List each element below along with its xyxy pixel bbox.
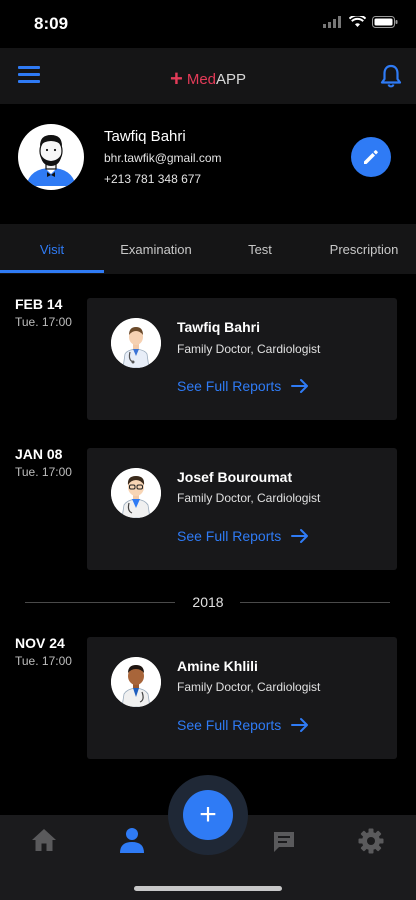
add-visit-button[interactable]: + — [183, 790, 233, 840]
edit-profile-button[interactable] — [351, 137, 391, 177]
see-full-reports-link[interactable]: See Full Reports — [177, 378, 309, 394]
user-icon[interactable] — [119, 827, 145, 853]
status-time: 8:09 — [34, 14, 69, 33]
wifi-icon — [349, 16, 366, 27]
year-divider-line-right — [240, 602, 390, 603]
doctor-avatar — [111, 318, 161, 368]
visit-date: JAN 08 — [15, 446, 63, 462]
visit-date: FEB 14 — [15, 296, 63, 312]
arrow-right-icon — [291, 529, 309, 543]
tab-examination[interactable]: Examination — [104, 242, 208, 257]
home-indicator — [134, 886, 282, 891]
plus-logo-icon: + — [169, 66, 183, 91]
see-full-reports-label: See Full Reports — [177, 528, 282, 544]
visit-date: NOV 24 — [15, 635, 65, 651]
doctor-name: Tawfiq Bahri — [177, 319, 260, 335]
brand-app: APP — [216, 71, 247, 88]
tab-visit[interactable]: Visit — [0, 242, 104, 257]
visit-time: Tue. 17:00 — [15, 654, 72, 668]
doctor-avatar — [111, 657, 161, 707]
doctor-avatar-icon — [111, 468, 161, 518]
doctor-avatar-icon — [111, 318, 161, 368]
doctor-specialty: Family Doctor, Cardiologist — [177, 342, 321, 356]
signal-icon — [323, 16, 341, 28]
profile-phone: +213 781 348 677 — [104, 172, 202, 186]
arrow-right-icon — [291, 379, 309, 393]
see-full-reports-label: See Full Reports — [177, 717, 282, 733]
tab-prescription[interactable]: Prescription — [312, 242, 416, 257]
visit-time: Tue. 17:00 — [15, 315, 72, 329]
battery-icon — [372, 16, 398, 28]
bell-icon[interactable] — [380, 64, 402, 88]
profile-name: Tawfiq Bahri — [104, 128, 186, 145]
man-avatar-icon — [19, 125, 83, 189]
pencil-icon — [364, 150, 378, 164]
doctor-avatar — [111, 468, 161, 518]
tab-test[interactable]: Test — [208, 242, 312, 257]
visit-time: Tue. 17:00 — [15, 465, 72, 479]
doctor-specialty: Family Doctor, Cardiologist — [177, 680, 321, 694]
brand-med: Med — [186, 71, 217, 88]
see-full-reports-link[interactable]: See Full Reports — [177, 717, 309, 733]
see-full-reports-label: See Full Reports — [177, 378, 282, 394]
home-icon[interactable] — [31, 828, 57, 852]
doctor-specialty: Family Doctor, Cardiologist — [177, 491, 321, 505]
see-full-reports-link[interactable]: See Full Reports — [177, 528, 309, 544]
doctor-name: Josef Bouroumat — [177, 469, 293, 485]
avatar — [18, 124, 84, 190]
arrow-right-icon — [291, 718, 309, 732]
status-icons — [323, 16, 398, 28]
chat-icon[interactable] — [272, 830, 296, 854]
tab-active-indicator — [0, 270, 104, 273]
gear-icon[interactable] — [358, 828, 384, 854]
profile-email: bhr.tawfik@gmail.com — [104, 151, 222, 165]
brand-logo: + MedAPP — [0, 66, 416, 92]
doctor-name: Amine Khlili — [177, 658, 258, 674]
doctor-avatar-icon — [111, 657, 161, 707]
